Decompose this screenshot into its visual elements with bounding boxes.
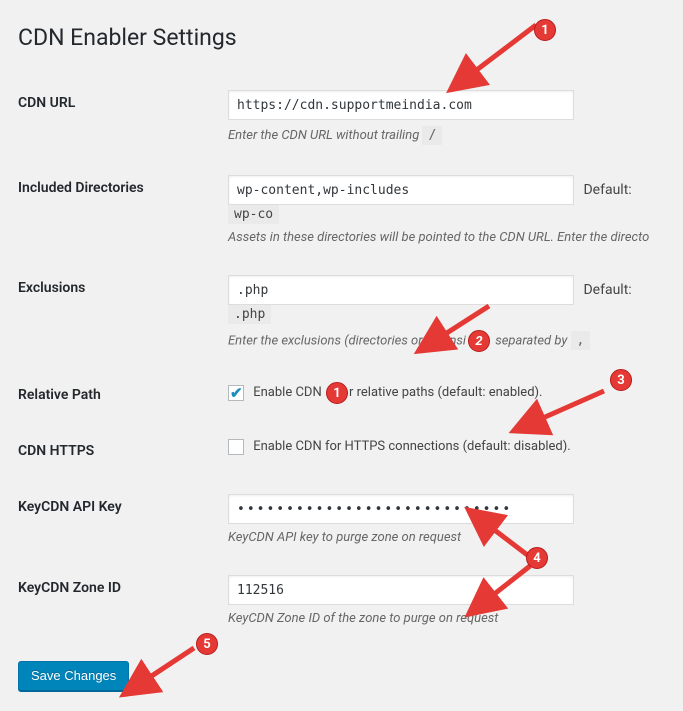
api-key-label: KeyCDN API Key [18,479,218,560]
exclusions-input[interactable] [228,275,574,305]
exclusions-label: Exclusions [18,260,218,367]
callout-badge: 2 [468,330,490,352]
included-dirs-input[interactable] [228,175,574,205]
zone-id-help: KeyCDN Zone ID of the zone to purge on r… [228,611,673,626]
cdn-url-input[interactable] [228,90,574,120]
callout-badge: 3 [610,369,632,391]
relative-path-checkbox[interactable] [228,385,244,401]
relative-path-checkbox-label: Enable CDN 1r relative paths (default: e… [228,385,542,400]
callout-badge: 1 [326,382,348,404]
exclusions-default-label: Default: [583,282,631,298]
callout-badge: 4 [526,547,548,569]
cdn-https-checkbox-label: Enable CDN for HTTPS connections (defaul… [228,439,571,454]
callout-badge: 1 [534,19,556,41]
included-dirs-help: Assets in these directories will be poin… [228,230,673,245]
api-key-help: KeyCDN API key to purge zone on request [228,530,673,545]
included-dirs-default-code: wp-co [228,205,279,224]
cdn-https-label: CDN HTTPS [18,423,218,479]
cdn-url-label: CDN URL [18,75,218,160]
api-key-input[interactable] [228,494,574,524]
page-title: CDN Enabler Settings [18,15,683,55]
relative-path-label: Relative Path [18,367,218,423]
included-dirs-label: Included Directories [18,160,218,260]
zone-id-input[interactable] [228,575,574,605]
exclusions-help: Enter the exclusions (directories or ext… [228,330,673,352]
zone-id-label: KeyCDN Zone ID [18,560,218,641]
exclusions-default-code: .php [228,305,271,324]
cdn-https-checkbox[interactable] [228,439,244,455]
callout-badge: 5 [196,633,218,655]
included-dirs-default-label: Default: [583,182,631,198]
save-button[interactable]: Save Changes [18,661,129,691]
cdn-url-help: Enter the CDN URL without trailing / [228,126,673,145]
